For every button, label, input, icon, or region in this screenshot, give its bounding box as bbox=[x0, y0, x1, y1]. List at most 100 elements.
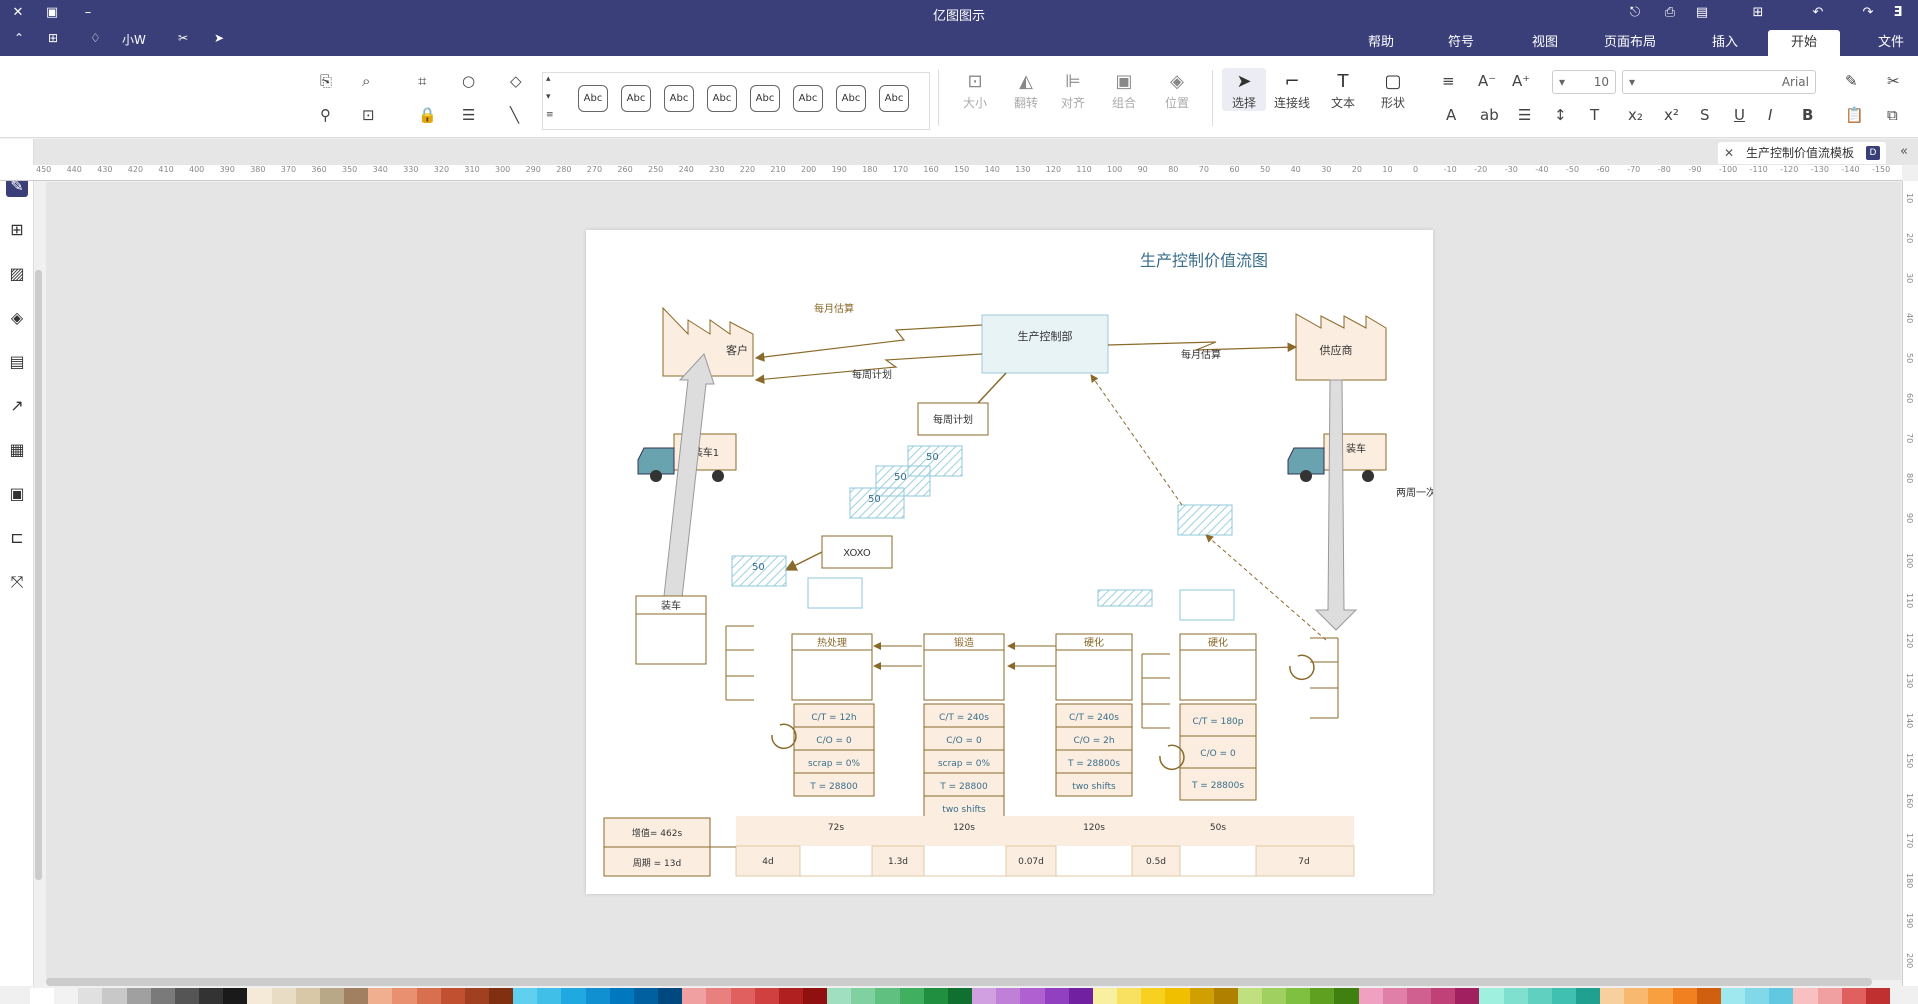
color-swatch[interactable] bbox=[150, 988, 175, 1004]
color-swatch[interactable] bbox=[851, 988, 876, 1004]
lock-icon[interactable]: 🔒 bbox=[418, 106, 437, 124]
color-swatch[interactable] bbox=[416, 988, 441, 1004]
style-swatch[interactable]: Abc bbox=[836, 85, 866, 112]
size-button[interactable]: ⊡ 大小 bbox=[958, 70, 992, 111]
tab-symbols[interactable]: 符号 bbox=[1436, 30, 1486, 56]
color-swatch[interactable] bbox=[1769, 988, 1794, 1004]
shipment-arrow[interactable] bbox=[663, 353, 715, 599]
paste-icon[interactable]: 📋 bbox=[1845, 106, 1864, 124]
cut-tool-icon[interactable]: ✂ bbox=[1887, 72, 1900, 90]
style-swatch[interactable]: Abc bbox=[621, 85, 651, 112]
shape-tool-button[interactable]: ▢ 形状 bbox=[1376, 70, 1410, 111]
color-swatch[interactable] bbox=[1286, 988, 1311, 1004]
color-swatch[interactable] bbox=[392, 988, 417, 1004]
close-icon[interactable]: ✕ bbox=[8, 3, 28, 23]
grid-icon[interactable]: ⊞ bbox=[6, 219, 28, 241]
color-swatch[interactable] bbox=[754, 988, 779, 1004]
color-swatch[interactable] bbox=[1092, 988, 1118, 1004]
color-swatch[interactable] bbox=[344, 988, 369, 1004]
underline-icon[interactable]: U bbox=[1734, 106, 1745, 124]
select-tool-button[interactable]: ➤ 选择 bbox=[1222, 68, 1266, 111]
color-swatch[interactable] bbox=[875, 988, 900, 1004]
connector-line[interactable] bbox=[784, 551, 823, 571]
tab-view[interactable]: 视图 bbox=[1520, 30, 1570, 56]
font-size-select[interactable]: 10 ▾ bbox=[1552, 70, 1616, 94]
color-swatch[interactable] bbox=[1793, 988, 1818, 1004]
replace-icon[interactable]: ⎘ bbox=[320, 72, 332, 90]
color-swatch[interactable] bbox=[1068, 988, 1093, 1004]
tab-insert[interactable]: 插入 bbox=[1700, 30, 1750, 56]
table-icon[interactable]: ▦ bbox=[6, 439, 28, 461]
tab-page-layout[interactable]: 页面布局 bbox=[1594, 30, 1666, 56]
undo-icon[interactable]: ↶ bbox=[1808, 3, 1828, 23]
left-scrollbar[interactable] bbox=[35, 270, 42, 880]
close-tab-icon[interactable]: ✕ bbox=[1724, 142, 1734, 164]
signal-arrow[interactable] bbox=[1090, 374, 1183, 506]
color-swatch[interactable] bbox=[1503, 988, 1528, 1004]
shirt-icon[interactable]: ♢ bbox=[90, 31, 101, 45]
crop-icon[interactable]: ⌗ bbox=[418, 72, 426, 90]
layers-panel-icon[interactable]: ◈ bbox=[6, 307, 28, 329]
share-icon[interactable]: ⎋ bbox=[1625, 3, 1645, 23]
color-swatch[interactable] bbox=[1431, 988, 1456, 1004]
send-icon[interactable]: ➤ bbox=[214, 31, 224, 45]
inventory-stack[interactable] bbox=[725, 625, 754, 701]
color-swatch[interactable] bbox=[1044, 988, 1069, 1004]
color-swatch[interactable] bbox=[1455, 988, 1480, 1004]
horizontal-scrollbar[interactable] bbox=[46, 978, 1872, 986]
superscript-icon[interactable]: x² bbox=[1664, 106, 1679, 124]
fill-icon[interactable]: ◇ bbox=[510, 72, 522, 90]
image-icon[interactable]: ▨ bbox=[6, 263, 28, 285]
tab-help[interactable]: 帮助 bbox=[1356, 30, 1406, 56]
color-swatch[interactable] bbox=[1745, 988, 1770, 1004]
flip-button[interactable]: ◭ 翻转 bbox=[1009, 70, 1043, 111]
diagram-page[interactable]: 生产控制价值流图 客户 供应商 生产控制部 每月估算 每周计划 每月估算 每周计… bbox=[586, 230, 1436, 894]
group-button[interactable]: ▣ 组合 bbox=[1107, 70, 1141, 111]
color-swatch[interactable] bbox=[440, 988, 465, 1004]
color-swatch[interactable] bbox=[247, 988, 272, 1004]
redo-icon[interactable]: ↷ bbox=[1858, 3, 1878, 23]
kanban-card[interactable] bbox=[1097, 589, 1153, 607]
connector-panel-icon[interactable]: ⤧ bbox=[6, 571, 28, 593]
color-swatch[interactable] bbox=[1237, 988, 1262, 1004]
color-swatch[interactable] bbox=[1600, 988, 1625, 1004]
color-swatch[interactable] bbox=[1551, 988, 1576, 1004]
copy-icon[interactable]: ⧉ bbox=[1887, 106, 1898, 124]
style-swatch[interactable]: Abc bbox=[879, 85, 909, 112]
format-painter-icon[interactable]: ✎ bbox=[1845, 72, 1858, 90]
subscript-icon[interactable]: x₂ bbox=[1628, 106, 1643, 124]
color-swatch[interactable] bbox=[947, 988, 973, 1004]
line-spacing-icon[interactable]: ↕ bbox=[1554, 106, 1567, 124]
gallery-down-icon[interactable]: ▾ bbox=[546, 92, 551, 102]
tab-file[interactable]: 文件 bbox=[1866, 30, 1916, 56]
find-icon[interactable]: ⌕ bbox=[362, 72, 370, 90]
color-swatch[interactable] bbox=[1358, 988, 1383, 1004]
style-swatch[interactable]: Abc bbox=[793, 85, 823, 112]
color-swatch[interactable] bbox=[1020, 988, 1045, 1004]
color-swatch[interactable] bbox=[1406, 988, 1432, 1004]
color-swatch[interactable] bbox=[730, 988, 755, 1004]
info-flow-arrow[interactable] bbox=[754, 324, 983, 362]
bullet-list-icon[interactable]: ☰ bbox=[1518, 106, 1531, 124]
color-swatch[interactable] bbox=[368, 988, 393, 1004]
align-text-icon[interactable]: ≡ bbox=[1442, 72, 1455, 90]
kanban-card[interactable] bbox=[1177, 504, 1233, 536]
color-swatch[interactable] bbox=[1648, 988, 1673, 1004]
style-swatch[interactable]: Abc bbox=[750, 85, 780, 112]
expand-right-icon[interactable]: « bbox=[1894, 142, 1914, 162]
color-swatch[interactable] bbox=[996, 988, 1021, 1004]
collapse-icon[interactable]: ⌃ bbox=[14, 31, 24, 45]
color-swatch[interactable] bbox=[706, 988, 731, 1004]
color-swatch[interactable] bbox=[658, 988, 683, 1004]
color-swatch[interactable] bbox=[223, 988, 248, 1004]
connector-line[interactable] bbox=[977, 372, 1007, 404]
strikethrough-icon[interactable]: S bbox=[1700, 106, 1710, 124]
user-label[interactable]: 小W bbox=[122, 31, 146, 48]
color-swatch[interactable] bbox=[827, 988, 852, 1004]
minimize-icon[interactable]: – bbox=[78, 3, 98, 23]
color-swatch[interactable] bbox=[319, 988, 345, 1004]
inventory-stack[interactable] bbox=[1141, 653, 1170, 729]
color-swatch[interactable] bbox=[899, 988, 924, 1004]
color-swatch[interactable] bbox=[488, 988, 514, 1004]
cut-icon[interactable]: ✂ bbox=[178, 31, 188, 45]
